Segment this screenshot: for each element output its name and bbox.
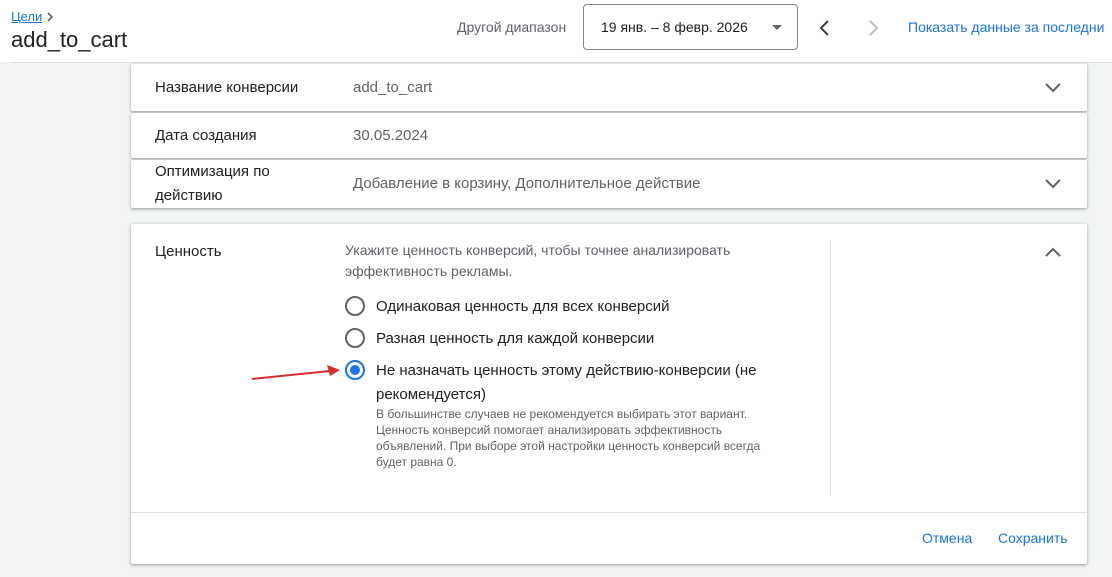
action-optimization-label: Оптимизация по действию	[155, 160, 270, 208]
conversion-name-row[interactable]: Название конверсии add_to_cart	[131, 64, 1087, 111]
radio-button-checked[interactable]	[345, 360, 365, 380]
vertical-divider	[830, 240, 831, 496]
action-optimization-row[interactable]: Оптимизация по действию Добавление в кор…	[131, 160, 1087, 208]
date-range-value: 19 янв. – 8 февр. 2026	[601, 19, 748, 35]
action-optimization-value: Добавление в корзину, Дополнительное дей…	[353, 175, 701, 192]
conversion-name-label: Название конверсии	[155, 79, 299, 96]
description-line1: Укажите ценность конверсий, чтобы точнее…	[345, 242, 731, 258]
helper-line: В большинстве случаев не рекомендуется в…	[376, 407, 748, 421]
conversion-value-description: Укажите ценность конверсий, чтобы точнее…	[345, 240, 775, 282]
creation-date-label: Дата создания	[155, 127, 257, 144]
red-arrow-annotation-icon	[251, 365, 340, 380]
conversion-value-label: Ценность	[155, 243, 222, 260]
header-divider	[10, 62, 1112, 63]
top-bar: Цели add_to_cart Другой диапазон 19 янв.…	[0, 0, 1112, 62]
breadcrumb-link-goals[interactable]: Цели	[11, 9, 42, 24]
helper-line: объявлений. При выборе этой настройки це…	[376, 439, 761, 453]
caret-down-icon	[772, 25, 782, 30]
date-range-select[interactable]: 19 янв. – 8 февр. 2026	[583, 4, 798, 50]
page-title: add_to_cart	[11, 27, 128, 52]
chevron-right-icon	[47, 11, 54, 22]
next-period-icon[interactable]	[861, 16, 885, 40]
radio-option-no-value[interactable]: Не назначать ценность этому действию-кон…	[345, 359, 757, 407]
no-value-helper-text: В большинстве случаев не рекомендуется в…	[376, 406, 806, 470]
creation-date-value: 30.05.2024	[353, 127, 429, 144]
radio-label: Не назначать ценность этому действию-кон…	[376, 359, 757, 407]
helper-line: Ценность конверсий помогает анализироват…	[376, 423, 723, 437]
prev-period-icon[interactable]	[813, 16, 837, 40]
actions-divider	[131, 512, 1087, 513]
breadcrumb: Цели	[11, 9, 55, 24]
save-button[interactable]: Сохранить	[998, 530, 1068, 546]
chevron-down-icon[interactable]	[1045, 179, 1061, 189]
chevron-up-icon[interactable]	[1045, 247, 1061, 257]
radio-label: Разная ценность для каждой конверсии	[376, 330, 655, 347]
action-optimization-label-line2: действию	[155, 187, 223, 204]
chevron-down-icon[interactable]	[1045, 83, 1061, 93]
radio-option-different-value[interactable]: Разная ценность для каждой конверсии	[345, 327, 654, 351]
radio-label-line2: рекомендуется)	[376, 386, 486, 403]
creation-date-row: Дата создания 30.05.2024	[131, 113, 1087, 158]
cancel-button[interactable]: Отмена	[922, 530, 972, 546]
radio-button[interactable]	[345, 296, 365, 316]
radio-label-line1: Не назначать ценность этому действию-кон…	[376, 362, 757, 379]
action-optimization-label-line1: Оптимизация по	[155, 163, 270, 180]
helper-line: будет равна 0.	[376, 455, 457, 469]
conversion-value-section: Ценность Укажите ценность конверсий, что…	[131, 224, 1087, 564]
radio-label: Одинаковая ценность для всех конверсий	[376, 298, 670, 315]
radio-option-same-value[interactable]: Одинаковая ценность для всех конверсий	[345, 295, 670, 319]
radio-button[interactable]	[345, 328, 365, 348]
description-line2: эффективность рекламы.	[345, 263, 513, 279]
conversion-name-value: add_to_cart	[353, 79, 433, 96]
date-range-label: Другой диапазон	[457, 19, 567, 35]
show-data-link[interactable]: Показать данные за последни	[908, 19, 1104, 35]
